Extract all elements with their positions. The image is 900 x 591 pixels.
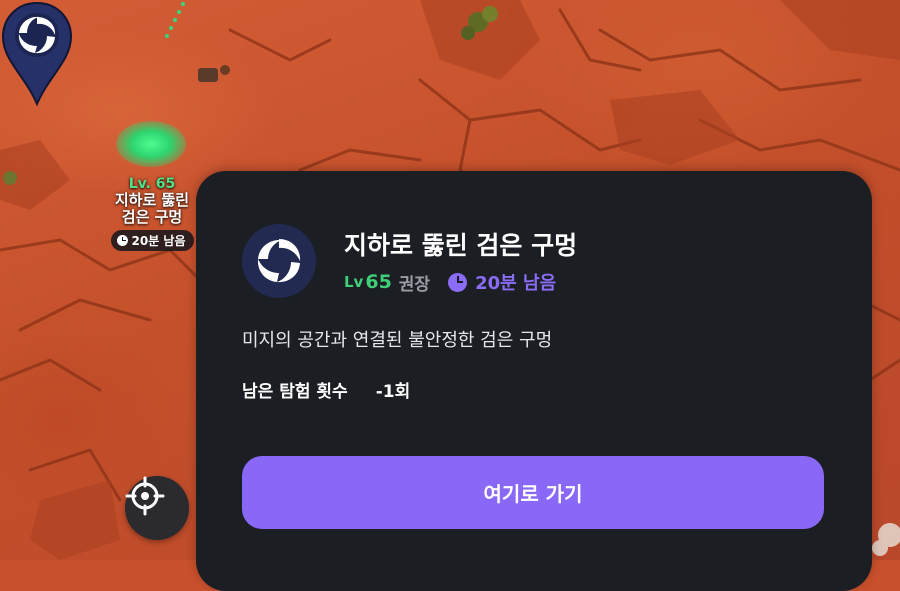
time-left: 20분 남음: [448, 269, 556, 295]
location-meta: Lv 65 권장 20분 남음: [344, 269, 556, 295]
path-dot: [165, 34, 169, 38]
marker-glow: [116, 121, 186, 167]
level-prefix: Lv: [344, 273, 364, 291]
marker-level: Lv. 65: [128, 176, 176, 192]
marker-time-badge: 20분 남음: [110, 230, 194, 251]
go-here-button[interactable]: 여기로 가기: [242, 456, 824, 529]
marker-time-text: 20분 남음: [131, 234, 186, 248]
path-dot: [169, 26, 173, 30]
clock-icon: [448, 272, 468, 292]
recommend-label: 권장: [398, 274, 431, 295]
location-title: 지하로 뚫린 검은 구멍: [344, 231, 578, 260]
path-dot: [177, 10, 181, 14]
map-pin-marker[interactable]: [0, 0, 74, 110]
crosshair-icon: [125, 476, 165, 516]
locate-me-button[interactable]: [125, 476, 189, 540]
location-icon: [242, 224, 316, 298]
remaining-label: 남은 탐험 횟수: [242, 382, 348, 402]
path-dot: [181, 2, 185, 6]
time-left-text: 20분 남음: [475, 273, 557, 294]
vortex-icon: [257, 239, 301, 283]
location-info-panel: 지하로 뚫린 검은 구멍 Lv 65 권장 20분 남음 미지의 공간과 연결된…: [196, 171, 872, 591]
location-description: 미지의 공간과 연결된 불안정한 검은 구멍: [242, 330, 553, 351]
path-dot: [173, 18, 177, 22]
clock-icon: [116, 235, 128, 246]
remaining-value: -1회: [375, 382, 411, 402]
level-value: 65: [365, 271, 392, 293]
remaining-tries: 남은 탐험 횟수 -1회: [242, 377, 410, 402]
